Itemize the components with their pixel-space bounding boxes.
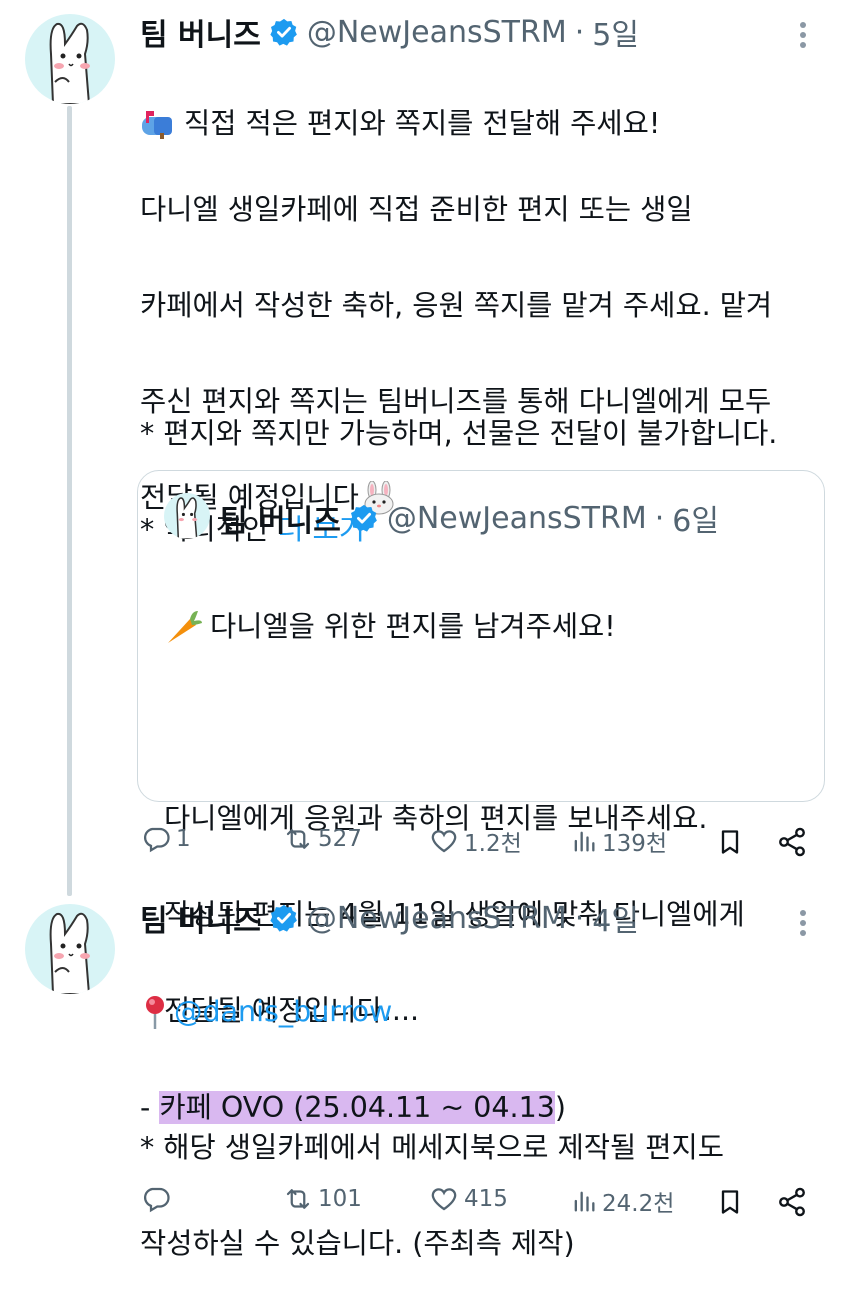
like-icon <box>431 830 457 853</box>
separator-dot: · <box>654 500 665 536</box>
separator-dot: · <box>574 900 585 936</box>
like-icon <box>431 1188 457 1211</box>
quote-author-name: 팀 버니즈 <box>220 504 341 539</box>
retweet-icon <box>286 829 310 849</box>
note-line: 작성하실 수 있습니다. (주최측 제작) <box>140 1227 575 1260</box>
like-button[interactable]: 1.2천 <box>428 824 522 858</box>
share-button[interactable] <box>776 1186 808 1222</box>
reply-count: 1 <box>176 826 191 852</box>
views-button[interactable]: 24.2천 <box>570 1184 674 1218</box>
bookmark-button[interactable] <box>716 1186 744 1222</box>
avatar[interactable] <box>25 14 115 104</box>
views-icon <box>574 1191 595 1212</box>
note-line: * 편지와 쪽지만 가능하며, 선물은 전달이 불가합니다. <box>140 417 778 450</box>
quote-author-handle: @NewJeansSTRM <box>386 500 647 536</box>
retweet-count: 527 <box>318 826 362 852</box>
retweet-button[interactable]: 527 <box>282 824 362 854</box>
tweet-header: 팀 버니즈 @NewJeansSTRM · 4일 <box>140 896 639 940</box>
more-options-icon[interactable] <box>800 18 806 52</box>
more-options-icon[interactable] <box>800 906 806 940</box>
views-button[interactable]: 139천 <box>570 824 667 858</box>
pushpin-icon <box>146 996 164 1029</box>
note-line: * 해당 생일카페에서 메세지북으로 제작될 편지도 <box>140 1131 724 1164</box>
author-name[interactable]: 팀 버니즈 <box>140 10 261 54</box>
avatar[interactable] <box>25 904 115 994</box>
bunny-avatar-icon <box>49 22 91 104</box>
mailbox-icon <box>142 111 172 139</box>
views-count: 24.2천 <box>602 1191 675 1217</box>
bookmark-icon <box>721 1190 739 1214</box>
bunny-avatar-icon <box>49 912 91 994</box>
author-handle[interactable]: @NewJeansSTRM <box>307 901 567 936</box>
author-handle[interactable]: @NewJeansSTRM <box>307 15 567 50</box>
tweet-header: 팀 버니즈 @NewJeansSTRM · 5일 <box>140 10 639 54</box>
quote-title-line: 다니엘을 위한 편지를 남겨주세요! <box>210 610 616 643</box>
reply-icon <box>144 827 170 853</box>
share-icon <box>779 827 805 857</box>
tweet-time[interactable]: 5일 <box>592 10 639 54</box>
tweet-actions: 101 415 24.2천 <box>140 1182 820 1226</box>
like-count: 415 <box>464 1186 508 1212</box>
quote-tweet-card[interactable]: 팀 버니즈 @NewJeansSTRM · 6일 다니엘을 위한 편지를 남겨주… <box>137 470 825 1027</box>
tweet-actions: 1 527 1.2천 139천 <box>140 820 820 864</box>
separator-dot: · <box>574 14 585 50</box>
bookmark-icon <box>721 830 739 854</box>
retweet-count: 101 <box>318 1186 362 1212</box>
verified-badge-icon <box>270 904 297 932</box>
reply-button[interactable] <box>140 1184 176 1214</box>
share-button[interactable] <box>776 826 808 862</box>
like-count: 1.2천 <box>464 831 522 857</box>
bookmark-button[interactable] <box>716 826 744 862</box>
verified-badge-icon <box>270 18 297 46</box>
quote-time: 6일 <box>672 504 719 539</box>
body-line: 다니엘 생일카페에 직접 준비한 편지 또는 생일 <box>140 193 693 226</box>
views-count: 139천 <box>602 831 668 857</box>
retweet-button[interactable]: 101 <box>282 1184 362 1214</box>
tweet-time[interactable]: 4일 <box>592 896 639 940</box>
verified-badge-icon <box>350 504 377 532</box>
carrot-icon <box>168 611 202 643</box>
author-name[interactable]: 팀 버니즈 <box>140 896 261 940</box>
bunny-avatar-icon <box>176 497 198 539</box>
quote-header: 팀 버니즈 @NewJeansSTRM · 6일 <box>220 496 719 540</box>
share-icon <box>779 1187 805 1217</box>
retweet-icon <box>286 1189 310 1209</box>
body-line: 카페에서 작성한 축하, 응원 쪽지를 맡겨 주세요. 맡겨 <box>140 289 773 322</box>
like-button[interactable]: 415 <box>428 1184 508 1214</box>
reply-icon <box>144 1187 170 1213</box>
views-icon <box>574 831 595 852</box>
mention-link[interactable]: @danis_burrow <box>174 988 392 1036</box>
reply-button[interactable]: 1 <box>140 824 191 854</box>
quote-avatar <box>164 493 210 539</box>
thread-connector-line <box>67 106 72 896</box>
